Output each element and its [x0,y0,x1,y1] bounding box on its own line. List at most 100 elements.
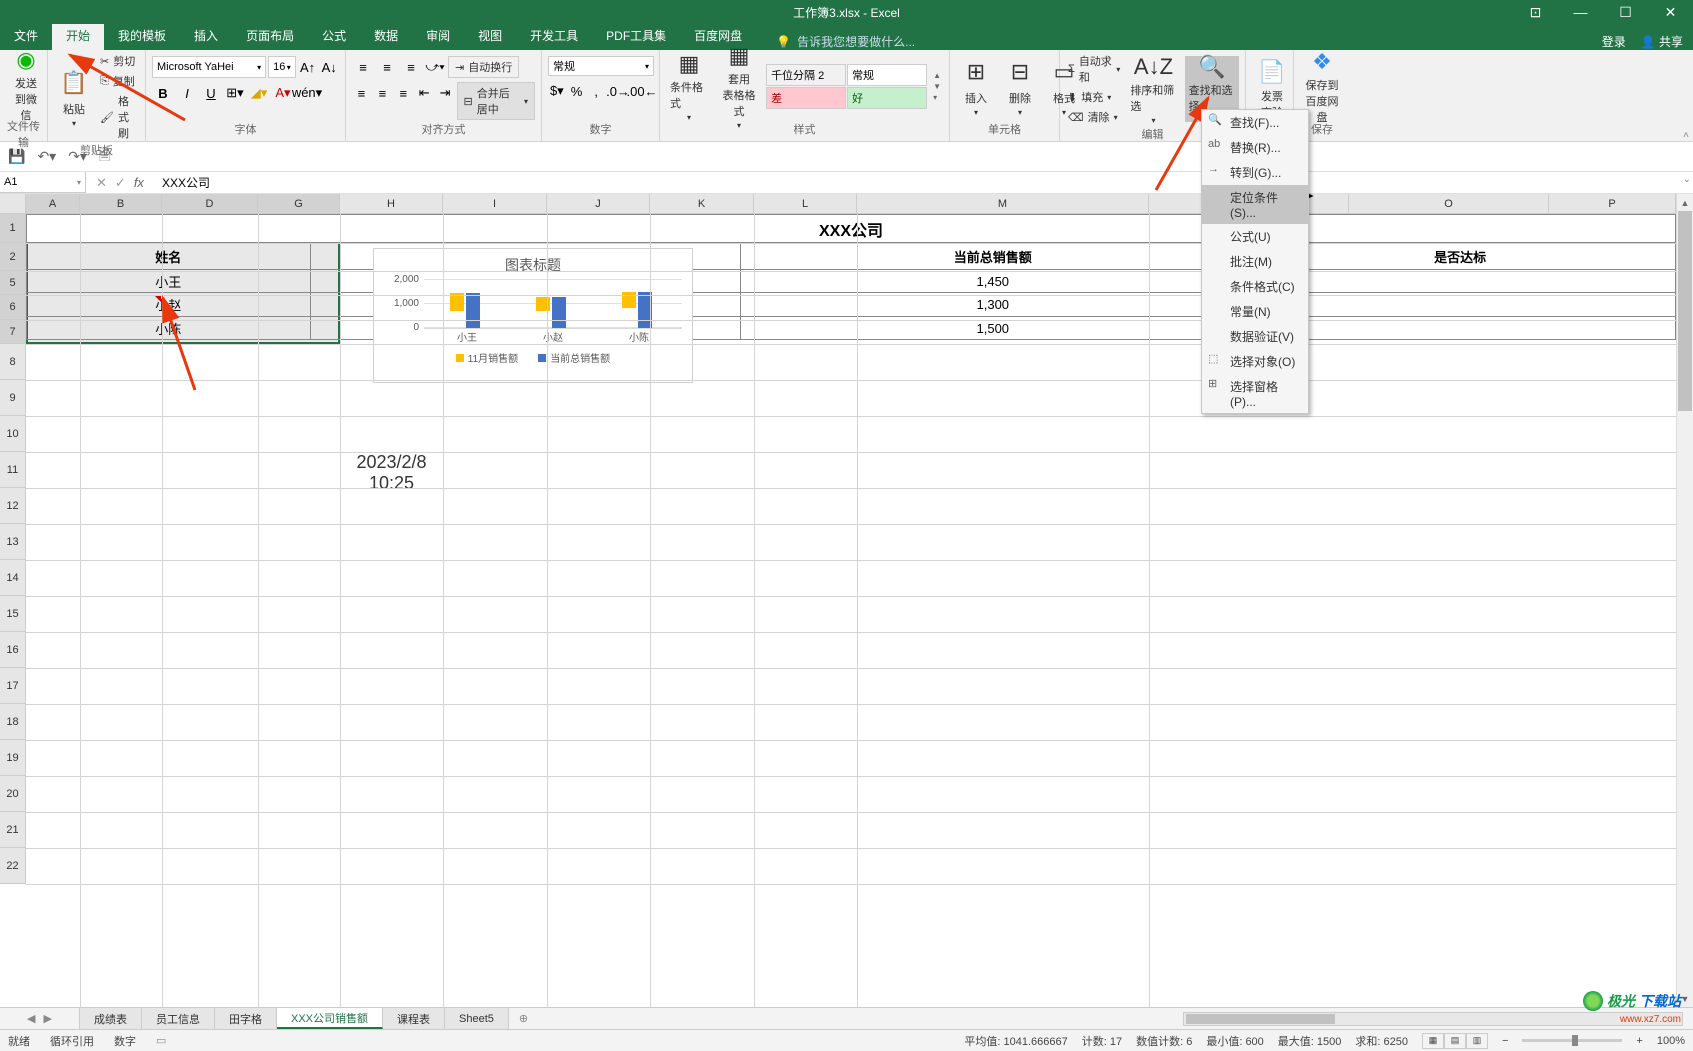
style-up-button[interactable]: ▲ [933,71,941,80]
fontname-combo[interactable]: Microsoft YaHei▾ [152,56,266,78]
dropdown-item[interactable]: ab替换(R)... [1202,135,1308,160]
dropdown-item[interactable]: 常量(N) [1202,299,1308,324]
embedded-chart[interactable]: 图表标题 01,0002,000 小王小赵小陈 11月销售额当前总销售额 [373,248,693,383]
dropdown-item[interactable]: 条件格式(C) [1202,274,1308,299]
table-cell[interactable] [1245,270,1676,293]
row-header-7[interactable]: 7 [0,320,26,344]
zoom-percent[interactable]: 100% [1657,1035,1685,1047]
undo-button[interactable]: ↶▾ [37,148,56,165]
vertical-scrollbar[interactable]: ▲ ▼ [1676,194,1693,1007]
mergecenter-button[interactable]: ⊟合并后居中▾ [457,82,535,120]
col-header-J[interactable]: J [547,194,650,214]
style-more-button[interactable]: ▾ [933,93,941,102]
dec-decimal-button[interactable]: .00← [631,80,653,102]
table-title-cell[interactable]: XXX公司 [27,215,1676,243]
namebox[interactable]: A1▾ [0,172,86,193]
dropdown-item[interactable]: →转到(G)... [1202,160,1308,185]
orient-button[interactable]: ⤻▾ [424,56,446,78]
dropdown-item[interactable]: 定位条件(S)... [1202,185,1308,224]
zoom-out-button[interactable]: − [1502,1035,1508,1047]
zoom-in-button[interactable]: + [1636,1035,1642,1047]
col-header-B[interactable]: B [80,194,162,214]
sheet-tab[interactable]: 成绩表 [80,1008,142,1029]
zoom-slider[interactable] [1522,1039,1622,1042]
col-header-I[interactable]: I [443,194,547,214]
sheet-tab[interactable]: Sheet5 [445,1008,509,1029]
tab-pdf[interactable]: PDF工具集 [592,21,680,50]
maximize-button[interactable]: ☐ [1603,0,1648,24]
table-cell[interactable]: 1,300 [741,293,1245,317]
indent-dec-button[interactable]: ⇤ [415,82,434,104]
cancel-fx-button[interactable]: ✕ [96,175,107,191]
tab-view[interactable]: 视图 [464,21,516,50]
row-header-6[interactable]: 6 [0,295,26,320]
align-left-button[interactable]: ≡ [352,82,371,104]
login-link[interactable]: 登录 [1602,33,1626,50]
redo-button[interactable]: ↷▾ [68,148,87,165]
condformat-button[interactable]: ▦条件格式▾ [666,54,712,120]
view-normal-button[interactable]: ▦ [1422,1033,1444,1049]
insert-cells-button[interactable]: ⊞插入▾ [956,54,996,120]
copy-button[interactable]: ⎘复制 [98,72,139,90]
confirm-fx-button[interactable]: ✓ [115,175,126,191]
table-header-cell[interactable]: 姓名 [27,243,311,270]
increase-font-button[interactable]: A↑ [298,56,318,78]
fx-icon[interactable]: fx [134,175,144,191]
scroll-up-button[interactable]: ▲ [1677,194,1693,211]
tab-dev[interactable]: 开发工具 [516,21,592,50]
row-header-10[interactable]: 10 [0,416,26,452]
tab-layout[interactable]: 页面布局 [232,21,308,50]
send-wechat-button[interactable]: ◉ 发送 到微信 [6,52,46,118]
row-header-18[interactable]: 18 [0,704,26,740]
table-header-cell[interactable]: 当前总销售额 [741,243,1245,270]
share-link[interactable]: 👤 共享 [1641,33,1683,50]
paste-button[interactable]: 📋 粘贴▾ [54,64,94,130]
tableformat-button[interactable]: ▦套用 表格格式▾ [716,54,762,120]
fontsize-combo[interactable]: 16▾ [268,56,296,78]
tellme-search[interactable]: 💡 告诉我您想要做什么... [776,33,915,50]
row-header-17[interactable]: 17 [0,668,26,704]
row-header-9[interactable]: 9 [0,380,26,416]
row-header-5[interactable]: 5 [0,271,26,295]
horizontal-scrollbar[interactable] [1183,1012,1683,1026]
tab-formulas[interactable]: 公式 [308,21,360,50]
col-header-D[interactable]: D [162,194,258,214]
close-button[interactable]: ✕ [1648,0,1693,24]
expand-formula-button[interactable]: ⌄ [1683,174,1691,185]
italic-button[interactable]: I [176,82,198,104]
row-header-19[interactable]: 19 [0,740,26,776]
tab-nav-buttons[interactable]: ◀▶ [0,1008,80,1029]
table-cell[interactable]: 1,450 [741,270,1245,293]
fillcolor-button[interactable]: ◢▾ [248,82,270,104]
col-header-M[interactable]: M [857,194,1149,214]
phonetic-button[interactable]: wén▾ [296,82,318,104]
row-header-16[interactable]: 16 [0,632,26,668]
selectall-corner[interactable] [0,194,26,214]
row-header-11[interactable]: 11 [0,452,26,488]
minimize-button[interactable]: — [1558,0,1603,24]
cut-button[interactable]: ✂剪切 [98,52,139,70]
qat-more-button[interactable]: 🗎 [99,145,110,169]
autosum-button[interactable]: Σ自动求和▾ [1066,52,1122,86]
table-cell[interactable]: 小王 [27,270,311,293]
table-cell[interactable]: 小赵 [27,293,311,317]
row-header-12[interactable]: 12 [0,488,26,524]
col-header-H[interactable]: H [340,194,443,214]
style-good[interactable]: 好 [847,87,927,109]
save-button[interactable]: 💾 [8,148,25,165]
indent-inc-button[interactable]: ⇥ [436,82,455,104]
delete-cells-button[interactable]: ⊟删除▾ [1000,54,1040,120]
scroll-thumb[interactable] [1678,211,1692,411]
dropdown-item[interactable]: ⬚选择对象(O) [1202,349,1308,374]
col-header-P[interactable]: P [1549,194,1676,214]
dropdown-item[interactable]: 批注(M) [1202,249,1308,274]
sortfilter-button[interactable]: A↓Z排序和筛选▾ [1126,56,1180,122]
comma-button[interactable]: , [587,80,605,102]
sheet-tab[interactable]: XXX公司销售额 [277,1008,383,1029]
view-pagebreak-button[interactable]: ▥ [1466,1033,1488,1049]
decrease-font-button[interactable]: A↓ [319,56,339,78]
table-cell[interactable] [1245,293,1676,317]
dropdown-item[interactable]: ⊞选择窗格(P)... [1202,374,1308,413]
col-header-K[interactable]: K [650,194,754,214]
style-down-button[interactable]: ▼ [933,82,941,91]
